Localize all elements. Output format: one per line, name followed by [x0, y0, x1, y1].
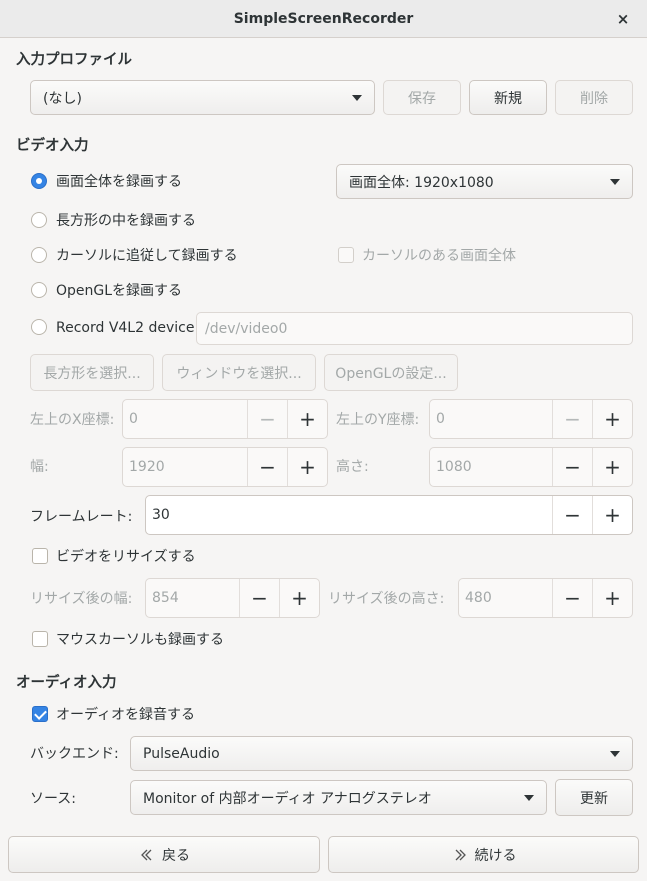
height-spinner[interactable]: 1080 − + — [429, 447, 633, 487]
go-forward-icon — [455, 849, 466, 860]
chevron-down-icon — [610, 750, 620, 757]
width-value[interactable]: 1920 — [123, 448, 247, 486]
resize-width-value[interactable]: 854 — [146, 579, 239, 617]
v4l2-device-input[interactable]: /dev/video0 — [196, 312, 633, 345]
left-x-label: 左上のX座標: — [30, 412, 115, 428]
resize-width-spinner[interactable]: 854 − + — [145, 578, 320, 618]
framerate-value[interactable]: 30 — [146, 496, 552, 534]
select-window-button[interactable]: ウィンドウを選択... — [162, 354, 316, 391]
source-select[interactable]: Monitor of 内部オーディオ アナログステレオ — [130, 780, 547, 815]
top-y-spinner[interactable]: 0 − + — [429, 399, 633, 439]
backend-label: バックエンド: — [30, 746, 119, 762]
height-label: 高さ: — [336, 459, 369, 475]
record-cursor-label: マウスカーソルも録画する — [56, 632, 224, 648]
window-title: SimpleScreenRecorder — [233, 11, 414, 27]
back-button-label: 戻る — [162, 847, 190, 864]
width-increment[interactable]: + — [287, 448, 327, 486]
resize-height-decrement[interactable]: − — [552, 579, 592, 617]
resize-video-label: ビデオをリサイズする — [56, 549, 196, 565]
top-y-value[interactable]: 0 — [430, 400, 552, 438]
close-icon[interactable]: × — [612, 9, 634, 29]
video-input-heading: ビデオ入力 — [16, 138, 89, 154]
radio-record-v4l2-label: Record V4L2 device — [56, 320, 195, 336]
radio-follow-cursor[interactable] — [31, 247, 47, 263]
cursor-screen-checkbox[interactable] — [338, 247, 354, 263]
source-select-value: Monitor of 内部オーディオ アナログステレオ — [143, 790, 432, 807]
screen-select[interactable]: 画面全体: 1920x1080 — [336, 164, 633, 199]
radio-record-rectangle[interactable] — [31, 212, 47, 228]
back-button[interactable]: 戻る — [8, 836, 320, 873]
radio-record-v4l2[interactable] — [31, 319, 47, 335]
go-back-icon — [141, 849, 152, 860]
height-increment[interactable]: + — [592, 448, 632, 486]
resize-width-decrement[interactable]: − — [239, 579, 279, 617]
radio-record-rectangle-label: 長方形の中を録画する — [56, 213, 196, 229]
framerate-label: フレームレート: — [30, 509, 133, 525]
left-x-value[interactable]: 0 — [123, 400, 247, 438]
resize-video-checkbox[interactable] — [32, 548, 48, 564]
backend-select-value: PulseAudio — [143, 745, 220, 762]
save-profile-button[interactable]: 保存 — [383, 80, 461, 115]
input-profile-heading: 入力プロファイル — [16, 52, 132, 68]
left-x-decrement[interactable]: − — [247, 400, 287, 438]
audio-input-heading: オーディオ入力 — [16, 675, 117, 691]
radio-follow-cursor-label: カーソルに追従して録画する — [56, 248, 238, 264]
resize-width-increment[interactable]: + — [279, 579, 319, 617]
screen-select-value: 画面全体: 1920x1080 — [349, 174, 494, 191]
resize-width-label: リサイズ後の幅: — [30, 591, 133, 607]
backend-select[interactable]: PulseAudio — [130, 736, 633, 771]
continue-button-label: 続ける — [474, 847, 517, 864]
width-label: 幅: — [30, 459, 49, 475]
profile-select[interactable]: (なし) — [30, 80, 375, 115]
top-y-increment[interactable]: + — [592, 400, 632, 438]
cursor-screen-label: カーソルのある画面全体 — [362, 248, 516, 264]
radio-record-opengl-label: OpenGLを録画する — [56, 283, 183, 299]
record-cursor-checkbox[interactable] — [32, 631, 48, 647]
resize-height-increment[interactable]: + — [592, 579, 632, 617]
height-value[interactable]: 1080 — [430, 448, 552, 486]
resize-height-value[interactable]: 480 — [459, 579, 552, 617]
framerate-decrement[interactable]: − — [552, 496, 592, 534]
continue-button[interactable]: 続ける — [328, 836, 639, 873]
profile-select-value: (なし) — [43, 90, 82, 107]
height-decrement[interactable]: − — [552, 448, 592, 486]
radio-record-fullscreen-label: 画面全体を録画する — [56, 174, 182, 190]
record-audio-label: オーディオを録音する — [56, 707, 196, 723]
radio-record-opengl[interactable] — [31, 282, 47, 298]
top-y-decrement[interactable]: − — [552, 400, 592, 438]
record-audio-checkbox[interactable] — [32, 706, 48, 722]
select-rectangle-button[interactable]: 長方形を選択... — [30, 354, 154, 391]
framerate-spinner[interactable]: 30 − + — [145, 495, 633, 535]
chevron-down-icon — [610, 178, 620, 185]
chevron-down-icon — [524, 794, 534, 801]
top-y-label: 左上のY座標: — [336, 412, 420, 428]
resize-height-spinner[interactable]: 480 − + — [458, 578, 633, 618]
left-x-increment[interactable]: + — [287, 400, 327, 438]
framerate-increment[interactable]: + — [592, 496, 632, 534]
new-profile-button[interactable]: 新規 — [469, 80, 547, 115]
source-label: ソース: — [30, 791, 77, 807]
chevron-down-icon — [352, 94, 362, 101]
resize-height-label: リサイズ後の高さ: — [328, 591, 445, 607]
left-x-spinner[interactable]: 0 − + — [122, 399, 328, 439]
opengl-settings-button[interactable]: OpenGLの設定... — [324, 354, 458, 391]
width-spinner[interactable]: 1920 − + — [122, 447, 328, 487]
delete-profile-button[interactable]: 削除 — [555, 80, 633, 115]
refresh-button[interactable]: 更新 — [555, 779, 633, 816]
radio-record-fullscreen[interactable] — [31, 173, 47, 189]
width-decrement[interactable]: − — [247, 448, 287, 486]
